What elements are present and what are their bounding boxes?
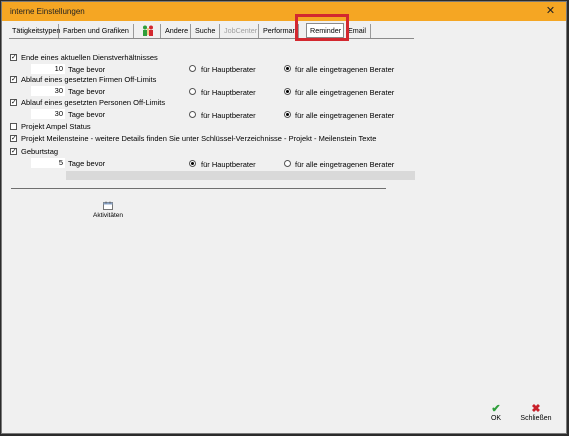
cross-icon: ✖ [531,403,541,415]
ok-label: OK [490,415,502,422]
tab-jobcenter[interactable]: JobCenter [221,24,259,38]
checkbox-meilensteine[interactable] [10,135,17,142]
label-personen-offlimits: Ablauf eines gesetzten Personen Off-Limi… [21,98,166,107]
radio-alle-geb[interactable] [284,160,291,167]
radio-alle-label: für alle eingetragenen Berater [295,88,395,97]
ok-button[interactable]: ✔ OK [476,403,516,423]
title-bar: interne Einstellungen ✕ [2,2,566,21]
tab-taetigkeitstypen[interactable]: Tätigkeitstypen [9,24,60,38]
close-label: Schließen [520,415,552,422]
calendar-icon [103,201,113,210]
checkmark-icon: ✔ [491,403,501,415]
people-icon [143,25,153,36]
radio-haupt-label: für Hauptberater [201,88,256,97]
checkbox-geburtstag[interactable] [10,148,17,155]
unit-label: Tage bevor [68,65,106,74]
window-title: interne Einstellungen [10,7,85,16]
tab-bar: Tätigkeitstypen Farben und Grafiken Ande… [9,23,556,39]
label-ampel-status: Projekt Ampel Status [21,122,91,131]
tab-email[interactable]: Email [345,24,371,38]
radio-alle-r2[interactable] [284,88,291,95]
checkbox-firmen-offlimits[interactable] [10,76,17,83]
radio-haupt-r1[interactable] [189,65,196,72]
radio-haupt-r3[interactable] [189,111,196,118]
tab-performance[interactable]: Performanc [260,24,299,38]
radio-alle-r3[interactable] [284,111,291,118]
unit-label: Tage bevor [68,87,106,96]
radio-haupt-r2[interactable] [189,88,196,95]
close-button[interactable]: ✖ Schließen [516,403,556,423]
tab-andere[interactable]: Andere [162,24,191,38]
radio-haupt-geb[interactable] [189,160,196,167]
days-input-dienstverhaeltnis[interactable]: 10 [31,64,65,74]
tab-suche[interactable]: Suche [192,24,220,38]
radio-alle-label: für alle eingetragenen Berater [295,65,395,74]
tab-reminder[interactable]: Reminder [306,23,344,38]
tab-underline [9,38,414,39]
radio-haupt-label: für Hauptberater [201,160,256,169]
unit-label: Tage bevor [68,159,106,168]
tab-farben-grafiken[interactable]: Farben und Grafiken [60,24,134,38]
days-input-personen-offlimits[interactable]: 30 [31,109,65,119]
label-dienstverhaeltnis: Ende eines aktuellen Dienstverhältnisses [21,53,158,62]
gray-strip [66,171,415,180]
separator-line [11,188,386,189]
days-input-firmen-offlimits[interactable]: 30 [31,86,65,96]
unit-label: Tage bevor [68,110,106,119]
checkbox-ampel-status[interactable] [10,123,17,130]
radio-alle-label: für alle eingetragenen Berater [295,111,395,120]
radio-haupt-label: für Hauptberater [201,111,256,120]
radio-alle-label: für alle eingetragenen Berater [295,160,395,169]
label-geburtstag: Geburtstag [21,147,59,156]
label-firmen-offlimits: Ablauf eines gesetzten Firmen Off-Limits [21,75,157,84]
activities-button[interactable]: Aktivitäten [86,201,130,219]
days-input-geburtstag[interactable]: 5 [31,158,65,168]
close-icon[interactable]: ✕ [544,5,557,18]
checkbox-dienstverhaeltnis[interactable] [10,54,17,61]
tab-people[interactable] [135,24,161,38]
checkbox-personen-offlimits[interactable] [10,99,17,106]
radio-haupt-label: für Hauptberater [201,65,256,74]
settings-dialog: interne Einstellungen ✕ Tätigkeitstypen … [1,1,567,434]
label-meilensteine: Projekt Meilensteine - weitere Details f… [21,134,377,143]
activities-label: Aktivitäten [93,212,123,219]
radio-alle-r1[interactable] [284,65,291,72]
